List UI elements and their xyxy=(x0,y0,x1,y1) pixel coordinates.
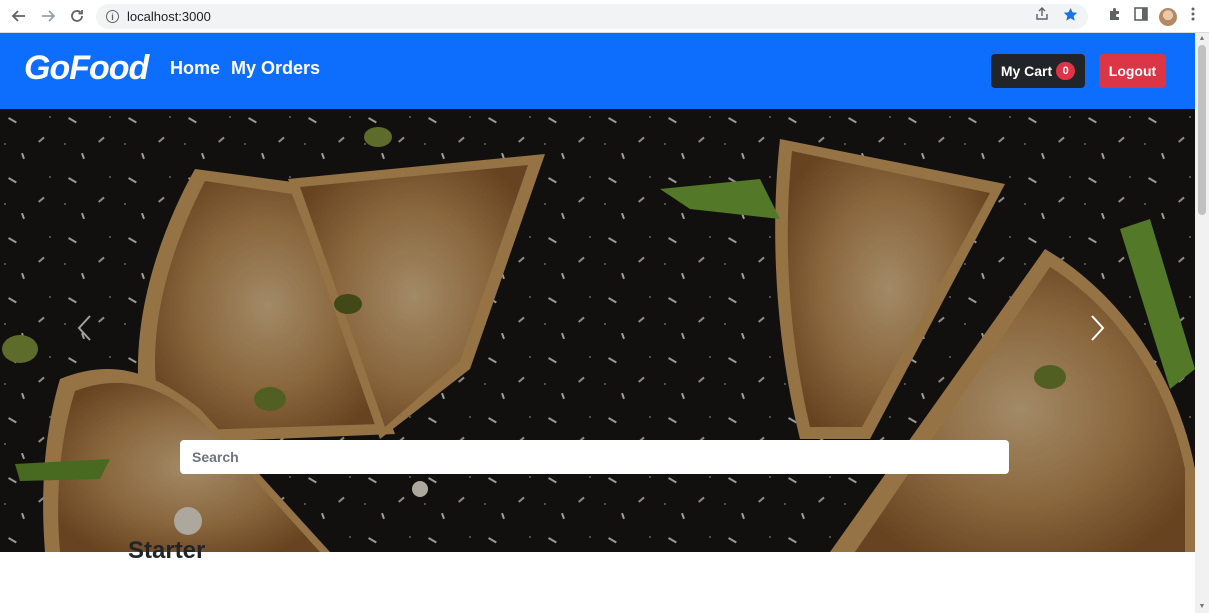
chevron-left-icon[interactable] xyxy=(76,314,106,344)
logout-button[interactable]: Logout xyxy=(1099,54,1166,88)
arrow-right-icon[interactable] xyxy=(38,6,58,26)
hero-carousel xyxy=(0,109,1195,552)
nav-link-home[interactable]: Home xyxy=(170,58,220,79)
arrow-left-icon[interactable] xyxy=(9,6,29,26)
cart-count-badge: 0 xyxy=(1056,62,1076,80)
side-panel-icon[interactable] xyxy=(1133,6,1149,27)
nav-link-my-orders[interactable]: My Orders xyxy=(231,58,320,79)
browser-toolbar: i localhost:3000 xyxy=(0,0,1209,33)
vertical-scrollbar[interactable]: ▲ ▼ xyxy=(1195,33,1209,613)
star-icon[interactable] xyxy=(1063,7,1078,27)
my-cart-button[interactable]: My Cart 0 xyxy=(991,54,1085,88)
navbar: GoFood Home My Orders My Cart 0 Logout xyxy=(0,33,1195,109)
puzzle-icon[interactable] xyxy=(1107,6,1123,27)
scroll-thumb[interactable] xyxy=(1198,45,1206,215)
share-icon[interactable] xyxy=(1035,7,1049,26)
address-bar[interactable]: i localhost:3000 xyxy=(96,4,1088,29)
brand-logo[interactable]: GoFood xyxy=(24,49,149,88)
chevron-right-icon[interactable] xyxy=(1090,314,1120,344)
info-icon[interactable]: i xyxy=(106,10,119,23)
kebab-menu-icon[interactable] xyxy=(1187,6,1199,27)
page-viewport: GoFood Home My Orders My Cart 0 Logout S… xyxy=(0,33,1195,613)
reload-icon[interactable] xyxy=(67,6,87,26)
section-title-starter: Starter xyxy=(128,537,206,564)
search-input[interactable] xyxy=(180,440,1009,474)
pizza-slices-image xyxy=(0,109,1195,552)
cart-label: My Cart xyxy=(1000,63,1053,79)
avatar[interactable] xyxy=(1159,7,1177,26)
scroll-up-icon[interactable]: ▲ xyxy=(1198,35,1206,43)
url-text: localhost:3000 xyxy=(127,9,211,24)
scroll-down-icon[interactable]: ▼ xyxy=(1198,603,1206,611)
